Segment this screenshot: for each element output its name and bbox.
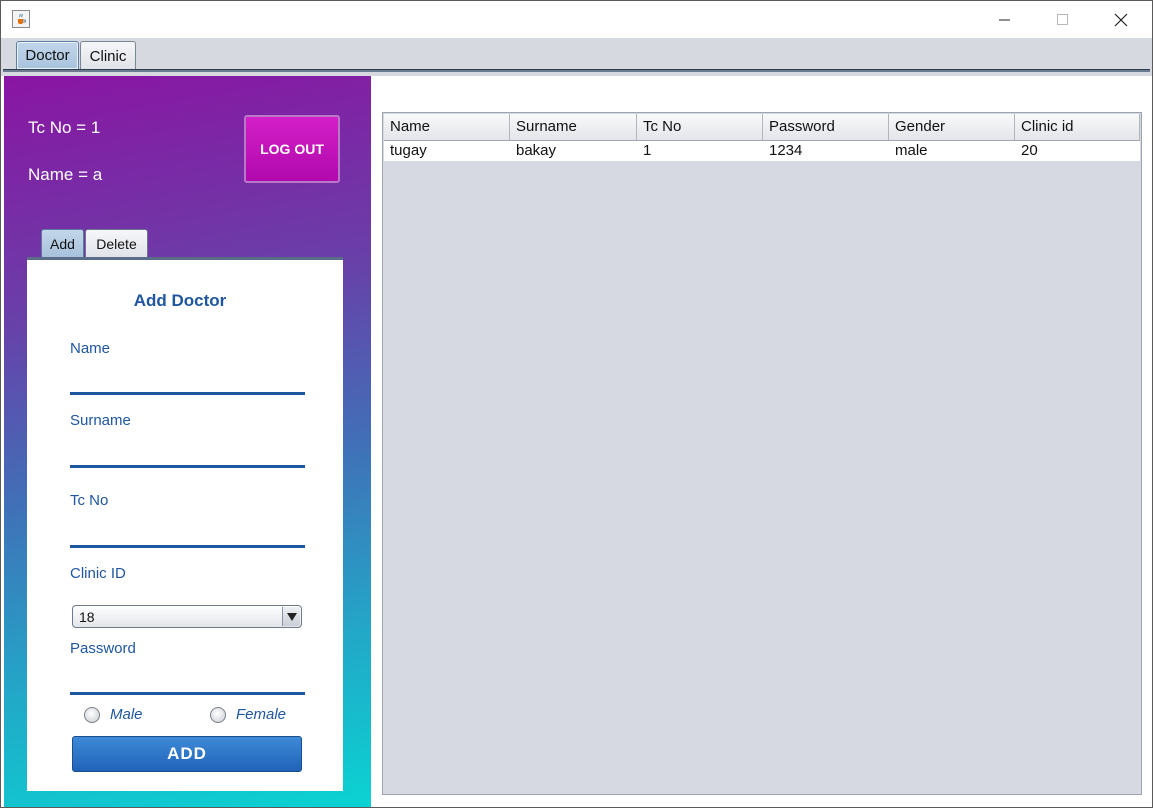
table-cell[interactable]: 20 [1015,141,1140,161]
chevron-down-icon[interactable] [282,607,300,626]
doctor-side-panel: Tc No = 1 Name = a LOG OUT Add Delete Ad… [4,76,371,807]
tab-divider [3,69,1150,72]
java-cup-icon[interactable] [12,10,30,28]
table-cell[interactable]: tugay [384,141,510,161]
add-doctor-button[interactable]: ADD [72,736,302,772]
table-row[interactable]: tugay bakay 1 1234 male 20 [384,141,1140,161]
column-header-surname[interactable]: Surname [510,114,637,140]
column-header-clinic-id[interactable]: Clinic id [1015,114,1140,140]
password-label: Password [70,640,136,657]
tab-delete[interactable]: Delete [85,229,148,257]
name-field[interactable] [70,392,305,395]
table-cell[interactable]: male [889,141,1015,161]
gender-female-radio[interactable]: Female [210,706,286,723]
minimize-icon [999,19,1010,21]
close-icon [1114,13,1128,27]
column-header-tc-no[interactable]: Tc No [637,114,763,140]
table-cell[interactable]: 1 [637,141,763,161]
surname-label: Surname [70,412,131,429]
name-label: Name [70,340,111,357]
title-bar [1,1,1152,38]
clinic-id-value: 18 [79,609,95,625]
column-header-password[interactable]: Password [763,114,889,140]
user-tc-no: Tc No = 1 [28,118,101,137]
password-field[interactable] [70,692,305,695]
tab-doctor[interactable]: Doctor [16,41,79,70]
column-header-gender[interactable]: Gender [889,114,1015,140]
table-header: Name Surname Tc No Password Gender Clini… [384,114,1140,141]
maximize-button[interactable] [1035,1,1091,38]
minimize-button[interactable] [977,1,1033,38]
tcno-field[interactable] [70,545,305,548]
gender-female-label: Female [236,706,287,723]
close-button[interactable] [1093,1,1149,38]
user-name: Name = a [28,165,103,184]
tab-add[interactable]: Add [41,229,84,257]
maximize-icon [1057,14,1068,25]
application-window: Doctor Clinic Tc No = 1 Name = a LOG OUT… [0,0,1153,808]
radio-circle-icon [210,706,226,723]
radio-circle-icon [84,706,100,723]
add-doctor-form: Add Doctor Name Surname Tc No Clinic ID … [27,260,343,791]
doctor-table[interactable]: Name Surname Tc No Password Gender Clini… [382,112,1142,795]
gender-male-radio[interactable]: Male [84,706,143,723]
surname-field[interactable] [70,465,305,468]
gender-male-label: Male [110,706,143,723]
form-title: Add Doctor [133,291,227,310]
logout-button[interactable]: LOG OUT [244,115,340,183]
clinic-id-select[interactable]: 18 [72,605,302,628]
tcno-label: Tc No [70,492,109,509]
tab-clinic[interactable]: Clinic [80,41,136,70]
table-cell[interactable]: bakay [510,141,637,161]
column-header-name[interactable]: Name [384,114,510,140]
table-cell[interactable]: 1234 [763,141,889,161]
clinic-id-label: Clinic ID [70,565,126,582]
